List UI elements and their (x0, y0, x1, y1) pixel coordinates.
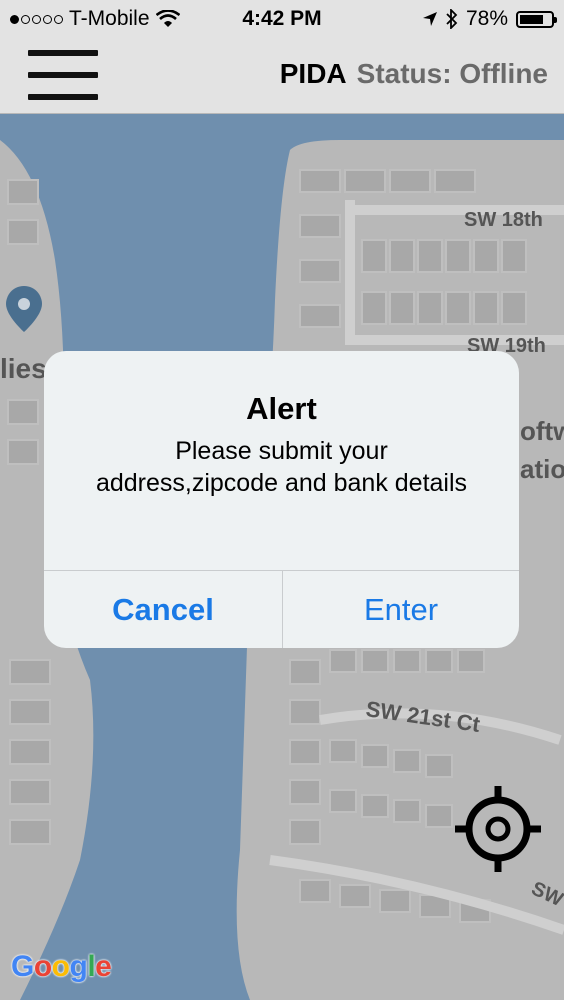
app-name: PIDA (279, 58, 347, 89)
nav-bar: PIDA Status: Offline (0, 38, 564, 114)
connection-status: Status: Offline (356, 58, 548, 89)
battery-icon (516, 10, 557, 28)
enter-button[interactable]: Enter (283, 571, 519, 648)
nav-title: PIDA Status: Offline (280, 58, 548, 90)
status-bar: T-Mobile 4:42 PM 78% (0, 0, 564, 38)
hamburger-menu-icon[interactable] (28, 50, 98, 100)
cancel-button[interactable]: Cancel (44, 571, 282, 648)
battery-percent: 78% (465, 7, 508, 30)
alert-message: Please submit your address,zipcode and b… (95, 437, 468, 497)
bluetooth-icon (446, 9, 458, 29)
alert-dialog: Alert Please submit your address,zipcode… (44, 351, 519, 648)
location-arrow-icon (422, 12, 437, 26)
alert-title: Alert (246, 391, 317, 426)
